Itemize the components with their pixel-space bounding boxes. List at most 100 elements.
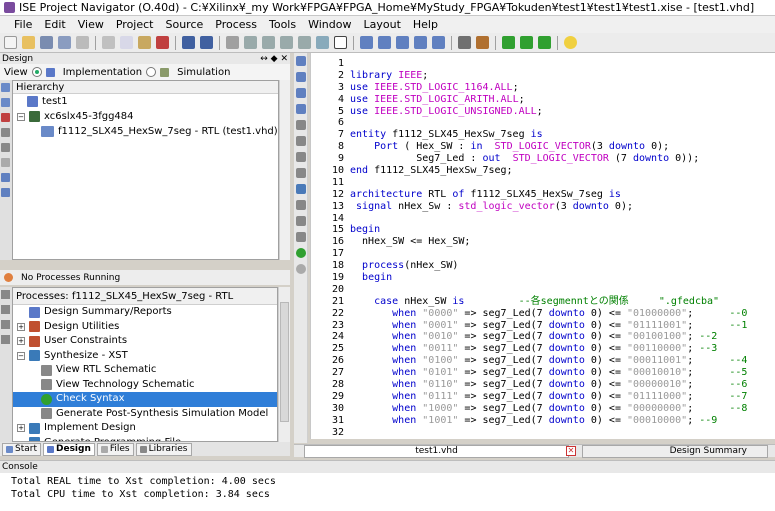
- schematic-icon[interactable]: [334, 36, 347, 49]
- window-split-icon[interactable]: [396, 36, 409, 49]
- window-tile-icon[interactable]: [360, 36, 373, 49]
- list-icon[interactable]: [1, 173, 10, 182]
- collapse-icon[interactable]: −: [17, 112, 25, 121]
- save-all-icon[interactable]: [58, 36, 71, 49]
- expand-icon[interactable]: [1, 188, 10, 197]
- zoom-full-icon[interactable]: [298, 36, 311, 49]
- collapse-icon[interactable]: −: [17, 351, 25, 360]
- code-line[interactable]: architecture RTL of f1112_SLX45_HexSw_7s…: [346, 189, 775, 201]
- code-line[interactable]: when "0101" => seg7_Led(7 downto 0) <= "…: [346, 367, 775, 379]
- code-line[interactable]: ​: [346, 248, 775, 260]
- code-line[interactable]: when "0001" => seg7_Led(7 downto 0) <= "…: [346, 320, 775, 332]
- properties-icon[interactable]: [1, 128, 10, 137]
- tab-design-summary[interactable]: Design Summary: [582, 445, 768, 458]
- open-folder-icon[interactable]: [22, 36, 35, 49]
- editor-list-icon[interactable]: [296, 56, 306, 66]
- editor-list2-icon[interactable]: [296, 72, 306, 82]
- code-line[interactable]: use IEEE.STD_LOGIC_ARITH.ALL;: [346, 94, 775, 106]
- goto-icon[interactable]: [296, 216, 306, 226]
- process-item[interactable]: View Technology Schematic: [13, 378, 277, 393]
- sigma-icon[interactable]: [520, 36, 533, 49]
- code-line[interactable]: ​: [346, 117, 775, 129]
- implementation-label[interactable]: Implementation: [63, 67, 142, 78]
- process-item[interactable]: + Design Utilities: [13, 320, 277, 335]
- panel-splitter[interactable]: [0, 260, 290, 268]
- code-line[interactable]: use IEEE.STD_LOGIC_UNSIGNED.ALL;: [346, 106, 775, 118]
- code-line[interactable]: ​: [346, 284, 775, 296]
- tree-item-device[interactable]: − xc6slx45-3fgg484: [13, 109, 278, 124]
- print-icon[interactable]: [76, 36, 89, 49]
- bookmark-next-icon[interactable]: [296, 168, 306, 178]
- design-panel-controls[interactable]: ↔ ◆ ✕: [260, 54, 288, 64]
- code-line[interactable]: when "0110" => seg7_Led(7 downto 0) <= "…: [346, 379, 775, 391]
- menu-window[interactable]: Window: [302, 16, 357, 33]
- process-item[interactable]: Design Summary/Reports: [13, 305, 277, 320]
- new-file-icon[interactable]: [4, 36, 17, 49]
- code-line[interactable]: nHex_SW <= Hex_SW;: [346, 236, 775, 248]
- code-line[interactable]: when "0111" => seg7_Led(7 downto 0) <= "…: [346, 391, 775, 403]
- zoom-in-icon[interactable]: [244, 36, 257, 49]
- code-editor[interactable]: ​library IEEE;use IEEE.STD_LOGIC_1164.AL…: [346, 53, 775, 439]
- code-line[interactable]: begin: [346, 224, 775, 236]
- tab-libraries[interactable]: Libraries: [135, 442, 192, 456]
- code-line[interactable]: entity f1112_SLX45_HexSw_7seg is: [346, 129, 775, 141]
- expand-icon[interactable]: +: [17, 322, 25, 331]
- help-index-icon[interactable]: [476, 36, 489, 49]
- more-icon[interactable]: [226, 36, 239, 49]
- console-output[interactable]: Total REAL time to Xst completion: 4.00 …: [0, 473, 775, 511]
- menu-edit[interactable]: Edit: [38, 16, 71, 33]
- process-item[interactable]: + User Constraints: [13, 334, 277, 349]
- indent-icon[interactable]: [296, 120, 306, 130]
- wizard-icon[interactable]: [296, 232, 306, 242]
- cut-icon[interactable]: [102, 36, 115, 49]
- close-tab-icon[interactable]: ✕: [566, 446, 576, 456]
- tab-files[interactable]: Files: [96, 442, 134, 456]
- process-item[interactable]: Check Syntax: [13, 392, 277, 407]
- code-line[interactable]: signal nHex_Sw : std_logic_vector(3 down…: [346, 201, 775, 213]
- add-copy-icon[interactable]: [1, 98, 10, 107]
- code-line[interactable]: case nHex_SW is --各segmenntとの関係 ".gfedcb…: [346, 296, 775, 308]
- code-line[interactable]: when "0100" => seg7_Led(7 downto 0) <= "…: [346, 355, 775, 367]
- lightbulb-icon[interactable]: [564, 36, 577, 49]
- code-line[interactable]: when "1001" => seg7_Led(7 downto 0) <= "…: [346, 415, 775, 427]
- uncomment-icon[interactable]: [296, 104, 306, 114]
- file-icon[interactable]: [1, 158, 10, 167]
- code-line[interactable]: when "0010" => seg7_Led(7 downto 0) <= "…: [346, 331, 775, 343]
- menu-view[interactable]: View: [72, 16, 110, 33]
- stop-process-icon[interactable]: [1, 320, 10, 329]
- menu-process[interactable]: Process: [209, 16, 263, 33]
- zoom-fit-icon[interactable]: [280, 36, 293, 49]
- hierarchy-icon[interactable]: [1, 143, 10, 152]
- tab-test1-vhd[interactable]: test1.vhd: [304, 445, 569, 458]
- paste-icon[interactable]: [138, 36, 151, 49]
- code-line[interactable]: Port ( Hex_SW : in STD_LOGIC_VECTOR(3 do…: [346, 141, 775, 153]
- tree-item-project[interactable]: test1: [13, 94, 278, 109]
- code-line[interactable]: ​: [346, 177, 775, 189]
- code-line[interactable]: when "0011" => seg7_Led(7 downto 0) <= "…: [346, 343, 775, 355]
- menu-source[interactable]: Source: [159, 16, 209, 33]
- code-line[interactable]: when "1000" => seg7_Led(7 downto 0) <= "…: [346, 403, 775, 415]
- process-item[interactable]: Generate Post-Synthesis Simulation Model: [13, 407, 277, 422]
- code-line[interactable]: library IEEE;: [346, 70, 775, 82]
- implementation-radio[interactable]: [31, 67, 42, 77]
- window-maximize-icon[interactable]: [414, 36, 427, 49]
- hierarchy-scrollbar[interactable]: [279, 80, 290, 260]
- menu-project[interactable]: Project: [110, 16, 160, 33]
- expand-icon[interactable]: +: [17, 424, 25, 433]
- process-item[interactable]: − Synthesize - XST: [13, 349, 277, 364]
- window-cascade-icon[interactable]: [378, 36, 391, 49]
- run-process-icon[interactable]: [1, 290, 10, 299]
- bookmark-icon[interactable]: [296, 152, 306, 162]
- rerun-icon[interactable]: [538, 36, 551, 49]
- remove-icon[interactable]: [1, 113, 10, 122]
- delete-icon[interactable]: [156, 36, 169, 49]
- tab-start[interactable]: Start: [2, 442, 41, 456]
- process-scrollbar[interactable]: [278, 287, 290, 442]
- zoom-out-icon[interactable]: [262, 36, 275, 49]
- gray-circle-icon[interactable]: [296, 264, 306, 274]
- find-in-files-icon[interactable]: [296, 184, 306, 194]
- check-green-icon[interactable]: [296, 248, 306, 258]
- simulation-label[interactable]: Simulation: [177, 67, 230, 78]
- scrollbar-thumb[interactable]: [280, 302, 289, 422]
- add-source-icon[interactable]: [1, 83, 10, 92]
